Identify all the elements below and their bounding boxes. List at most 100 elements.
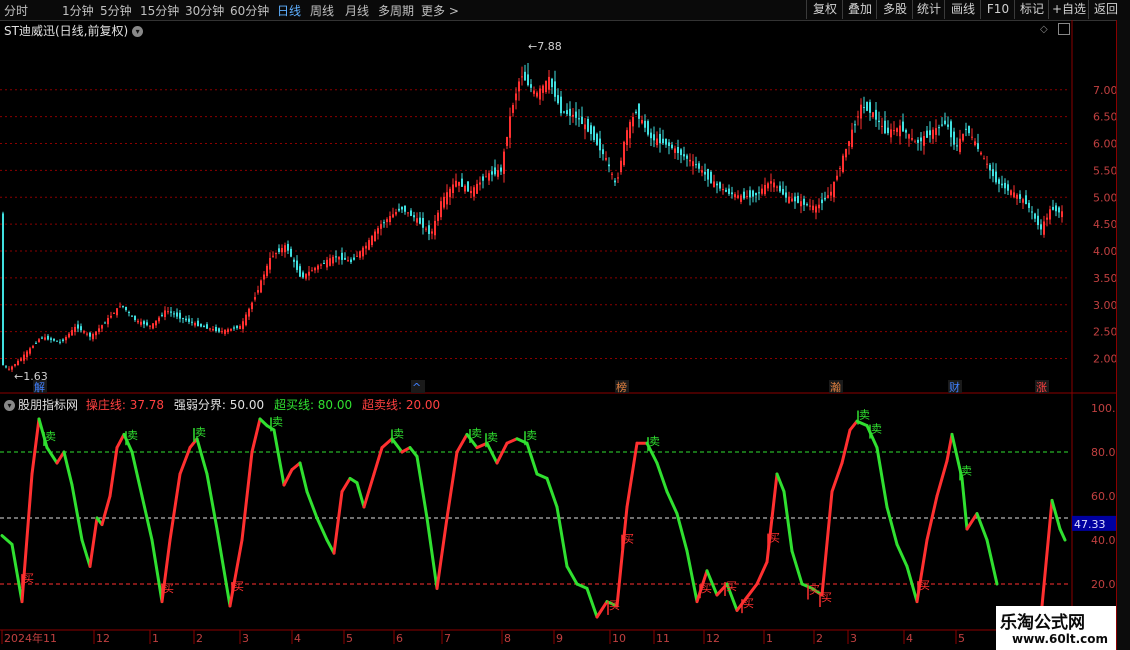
candle-body (857, 116, 859, 118)
candle-body (1034, 213, 1036, 219)
candle-body (74, 326, 76, 332)
candle-body (197, 320, 199, 326)
candle-body (722, 188, 724, 191)
side-panel[interactable] (1116, 20, 1130, 650)
candle-body (986, 163, 988, 165)
candle-body (152, 323, 154, 329)
candle-body (809, 205, 811, 207)
indicator-segment (340, 476, 352, 494)
candle-body (863, 107, 865, 109)
candle-body (626, 130, 628, 146)
candle-body (689, 159, 691, 162)
candle-body (107, 318, 109, 325)
date-label: 3 (242, 632, 249, 645)
candle-body (974, 141, 976, 146)
candle-body (635, 111, 637, 114)
candle-body (533, 90, 535, 94)
candle-body (1040, 224, 1042, 230)
candle-body (938, 127, 940, 129)
candle-body (47, 335, 49, 340)
candle-body (224, 329, 226, 334)
indicator-segment (425, 516, 439, 590)
indicator-segment (362, 472, 376, 509)
candle-body (752, 190, 754, 197)
candle-body (1061, 211, 1063, 218)
candle-body (593, 126, 595, 140)
candle-body (977, 143, 979, 149)
candle-body (521, 76, 523, 78)
candle-body (158, 317, 160, 322)
candle-body (68, 333, 70, 338)
event-marker: 财 (949, 380, 960, 394)
candle-body (854, 124, 856, 126)
date-label: 1 (152, 632, 159, 645)
candle-body (122, 305, 124, 307)
candle-body (983, 158, 985, 160)
candle-body (527, 74, 529, 86)
candle-body (929, 130, 931, 136)
candle-body (968, 126, 970, 134)
candle-body (221, 331, 223, 333)
indicator-segment (595, 600, 609, 619)
candle-body (536, 92, 538, 97)
indicator-segment (108, 446, 119, 498)
candle-body (470, 190, 472, 194)
candle-body (1007, 184, 1009, 191)
indicator-segment (1050, 498, 1062, 531)
candle-body (821, 199, 823, 204)
candle-body (905, 130, 907, 133)
candle-body (518, 81, 520, 92)
candle-body (29, 348, 31, 354)
candle-body (920, 137, 922, 142)
candle-body (551, 78, 553, 88)
candle-body (908, 134, 910, 139)
event-marker: 解 (34, 380, 45, 394)
candle-body (314, 267, 316, 271)
sell-signal: 卖 (393, 427, 404, 440)
candle-body (758, 192, 760, 194)
candle-body (308, 271, 310, 276)
candle-body (785, 192, 787, 198)
candle-body (515, 93, 517, 101)
candle-body (644, 120, 646, 128)
candle-body (851, 129, 853, 148)
indicator-segment (45, 446, 59, 465)
date-label: 12 (706, 632, 720, 645)
candle-body (365, 245, 367, 249)
candle-body (422, 218, 424, 228)
candle-body (659, 133, 661, 144)
candle-body (401, 206, 403, 210)
candle-body (425, 228, 427, 230)
candle-body (953, 131, 955, 145)
candle-body (674, 148, 676, 153)
candle-body (884, 120, 886, 134)
candle-body (776, 186, 778, 188)
buy-signal: 买 (23, 572, 34, 585)
price-tick-label: 5.00 (1093, 191, 1118, 204)
date-label: 6 (396, 632, 403, 645)
indicator-segment (545, 476, 559, 509)
candle-body (530, 84, 532, 88)
indicator-segment (282, 468, 294, 487)
candle-body (1022, 199, 1024, 203)
candle-body (629, 121, 631, 139)
date-label: 10 (612, 632, 626, 645)
candle-body (464, 185, 466, 192)
candle-body (680, 149, 682, 156)
sell-signal: 卖 (526, 429, 537, 442)
candle-body (140, 321, 142, 325)
candle-body (503, 151, 505, 174)
candle-body (524, 71, 526, 81)
candle-body (26, 351, 28, 358)
candle-body (128, 311, 130, 313)
buy-signal: 买 (743, 597, 754, 610)
candle-body (608, 164, 610, 167)
candle-body (458, 181, 460, 186)
candle-body (95, 331, 97, 336)
candle-body (8, 368, 10, 370)
candle-body (833, 181, 835, 198)
candle-body (773, 182, 775, 188)
candle-body (824, 197, 826, 200)
candle-body (617, 177, 619, 179)
indicator-segment (875, 446, 889, 509)
